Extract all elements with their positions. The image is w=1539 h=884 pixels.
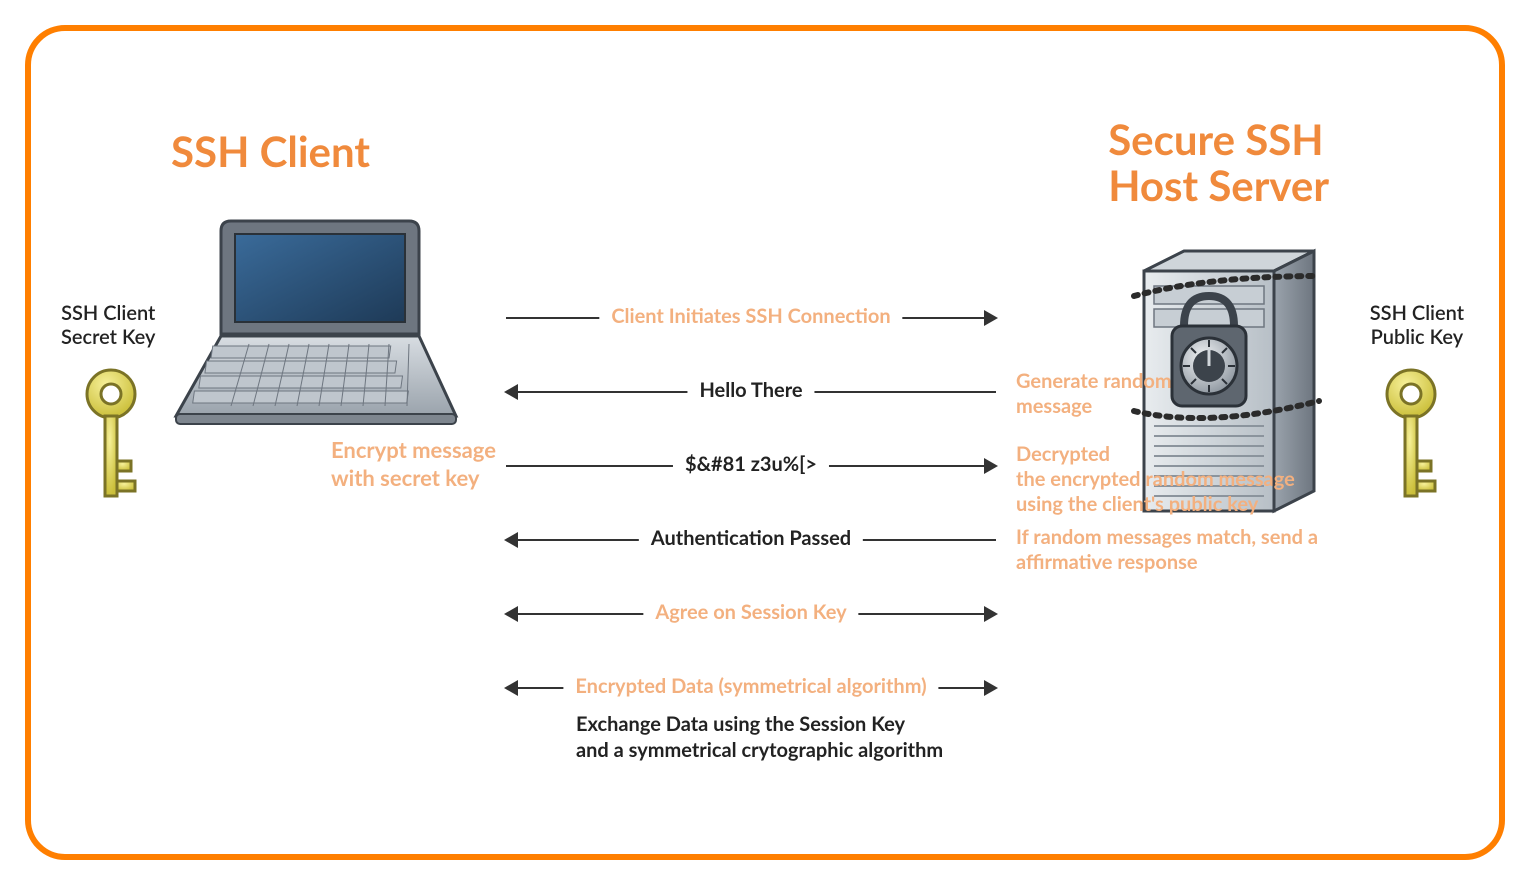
server-note-1-l1: Generate random [1016,369,1172,393]
key-icon [1381,366,1441,516]
secret-key-label: SSH Client Secret Key [61,301,155,349]
public-key-label-l2: Public Key [1371,325,1464,349]
footer-l2: and a symmetrical crytographic algorithm [576,738,943,762]
footer-l1: Exchange Data using the Session Key [576,712,905,736]
arrow-label: Agree on Session Key [643,600,858,624]
server-note-1-l2: message [1016,394,1092,418]
server-title-line1: Secure SSH [1108,114,1323,164]
arrow-initiate: Client Initiates SSH Connection [506,306,996,330]
arrow-encrypted-data: Encrypted Data (symmetrical algorithm) [506,676,996,700]
secret-key-label-l1: SSH Client [61,301,155,325]
laptop-icon [171,216,461,426]
arrowhead-left-icon [504,532,518,548]
arrow-label: Encrypted Data (symmetrical algorithm) [563,674,938,698]
client-title: SSH Client [171,126,370,176]
public-key-label: SSH Client Public Key [1370,301,1464,349]
arrow-label: Hello There [687,378,814,402]
diagram-frame: SSH Client Secure SSH Host Server SSH Cl… [25,25,1505,860]
server-note-3-l2: affirmative response [1016,550,1198,574]
server-title: Secure SSH Host Server [1108,116,1329,208]
arrow-session-key: Agree on Session Key [506,602,996,626]
arrowhead-left-icon [504,384,518,400]
server-note-match: If random messages match, send a affirma… [1016,525,1376,575]
arrowhead-right-icon [984,458,998,474]
secret-key-label-l2: Secret Key [61,325,155,349]
client-note-l2: with secret key [331,464,479,491]
server-note-2-l3: using the client's public key [1016,492,1258,516]
arrow-auth-passed: Authentication Passed [506,528,996,552]
arrowhead-right-icon [984,310,998,326]
public-key-label-l1: SSH Client [1370,301,1464,325]
exchange-footer: Exchange Data using the Session Key and … [576,711,943,763]
arrowhead-right-icon [984,680,998,696]
arrow-hello: Hello There [506,380,996,404]
arrow-label: Authentication Passed [639,526,863,550]
client-encrypt-note: Encrypt message with secret key [331,436,496,491]
server-note-2-l1: Decrypted [1016,442,1110,466]
message-flow: Client Initiates SSH Connection Hello Th… [506,306,996,700]
arrow-label: Client Initiates SSH Connection [599,304,902,328]
key-icon [81,366,141,516]
server-note-3-l1: If random messages match, send a [1016,525,1318,549]
server-note-generate: Generate random message [1016,369,1376,419]
arrowhead-right-icon [984,606,998,622]
arrow-encrypted-msg: $&#81 z3u%[> [506,454,996,478]
client-note-l1: Encrypt message [331,436,496,463]
arrowhead-left-icon [504,606,518,622]
server-note-decrypt: Decrypted the encrypted random message u… [1016,442,1376,517]
server-title-line2: Host Server [1108,160,1329,210]
arrow-label: $&#81 z3u%[> [673,452,829,476]
server-note-2-l2: the encrypted random message [1016,467,1295,491]
arrowhead-left-icon [504,680,518,696]
